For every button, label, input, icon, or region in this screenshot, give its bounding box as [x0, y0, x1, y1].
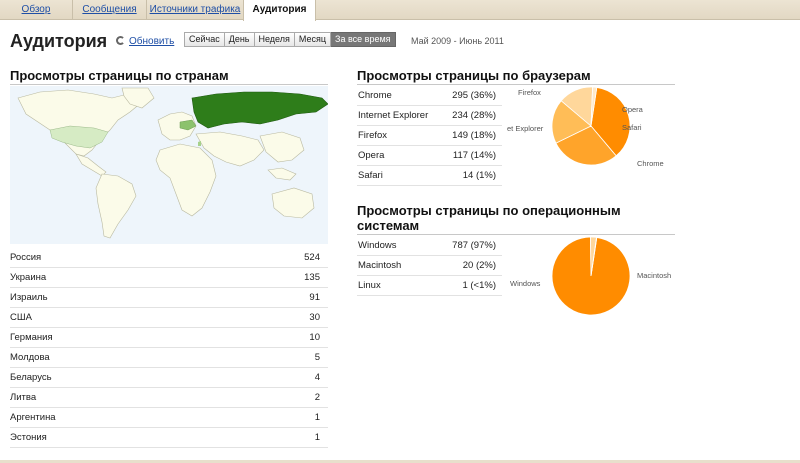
tab-traffic-sources[interactable]: Источники трафика	[147, 0, 243, 20]
table-row: Украина 135	[10, 268, 328, 288]
page-title: Аудитория	[10, 31, 108, 51]
range-all-time-button[interactable]: За все время	[331, 32, 396, 47]
map-israel	[198, 141, 201, 146]
table-row: Литва 2	[10, 388, 328, 408]
refresh-label[interactable]: Обновить	[129, 36, 174, 47]
table-row: США 30	[10, 308, 328, 328]
map-usa	[49, 125, 109, 149]
tab-overview[interactable]: Обзор	[0, 0, 73, 20]
refresh-button[interactable]: Обновить	[116, 36, 174, 47]
table-row: Молдова 5	[10, 348, 328, 368]
range-day-button[interactable]: День	[224, 32, 255, 47]
table-row: Macintosh 20 (2%)	[357, 256, 502, 276]
browser-pie-chart	[551, 86, 631, 166]
map-central-america	[75, 153, 107, 177]
range-week-button[interactable]: Неделя	[254, 32, 295, 47]
browser-pie-label: et Explorer	[507, 124, 544, 133]
browsers-table: Chrome 295 (36%) Internet Explorer 234 (28…	[357, 86, 502, 186]
table-row: Израиль 91	[10, 288, 328, 308]
table-row: Россия 524	[10, 248, 328, 268]
map-russia	[191, 91, 328, 129]
os-pie-label: Windows	[510, 279, 541, 288]
browsers-title: Просмотры страницы по браузерам	[357, 68, 591, 83]
browser-pie-label: Safari	[622, 123, 642, 132]
table-row: Беларусь 4	[10, 368, 328, 388]
table-row: Эстония 1	[10, 428, 328, 448]
os-table: Windows 787 (97%) Macintosh 20 (2%) Linux 1…	[357, 236, 502, 296]
table-row: Аргентина 1	[10, 408, 328, 428]
browser-pie-label: Firefox	[518, 88, 541, 97]
table-row: Firefox 149 (18%)	[357, 126, 502, 146]
os-divider	[357, 234, 675, 235]
table-row: Opera 117 (14%)	[357, 146, 502, 166]
time-range-selector: Сейчас День Неделя Месяц За все время	[184, 32, 396, 47]
map-se-asia	[267, 167, 297, 181]
table-row: Safari 14 (1%)	[357, 166, 502, 186]
map-australia	[271, 187, 315, 219]
os-pie-chart	[551, 236, 631, 316]
tab-messages[interactable]: Сообщения	[73, 0, 147, 20]
tab-bar: Обзор Сообщения Источники трафика Аудито…	[0, 0, 800, 21]
map-south-america	[95, 173, 137, 239]
range-month-button[interactable]: Месяц	[294, 32, 332, 47]
countries-table: Россия 524 Украина 135 Израиль 91 США 30 Гер…	[10, 248, 328, 448]
countries-title: Просмотры страницы по странам	[10, 68, 229, 83]
browser-pie-label: Chrome	[637, 159, 664, 168]
table-row: Linux 1 (<1%)	[357, 276, 502, 296]
map-africa	[155, 143, 217, 217]
countries-divider	[10, 84, 328, 85]
os-pie-label: Macintosh	[637, 271, 672, 280]
table-row: Германия 10	[10, 328, 328, 348]
os-title: Просмотры страницы по операционным систе…	[357, 203, 621, 233]
browsers-divider	[357, 84, 675, 85]
table-row: Internet Explorer 234 (28%)	[357, 106, 502, 126]
browser-pie-label: Opera	[622, 105, 643, 114]
date-range: Май 2009 - Июнь 2011	[411, 36, 504, 46]
world-map	[10, 86, 328, 244]
tab-audience[interactable]: Аудитория	[243, 0, 316, 21]
table-row: Windows 787 (97%)	[357, 236, 502, 256]
table-row: Chrome 295 (36%)	[357, 86, 502, 106]
refresh-icon	[116, 36, 125, 45]
map-asia-east	[259, 131, 305, 163]
range-now-button[interactable]: Сейчас	[184, 32, 225, 47]
